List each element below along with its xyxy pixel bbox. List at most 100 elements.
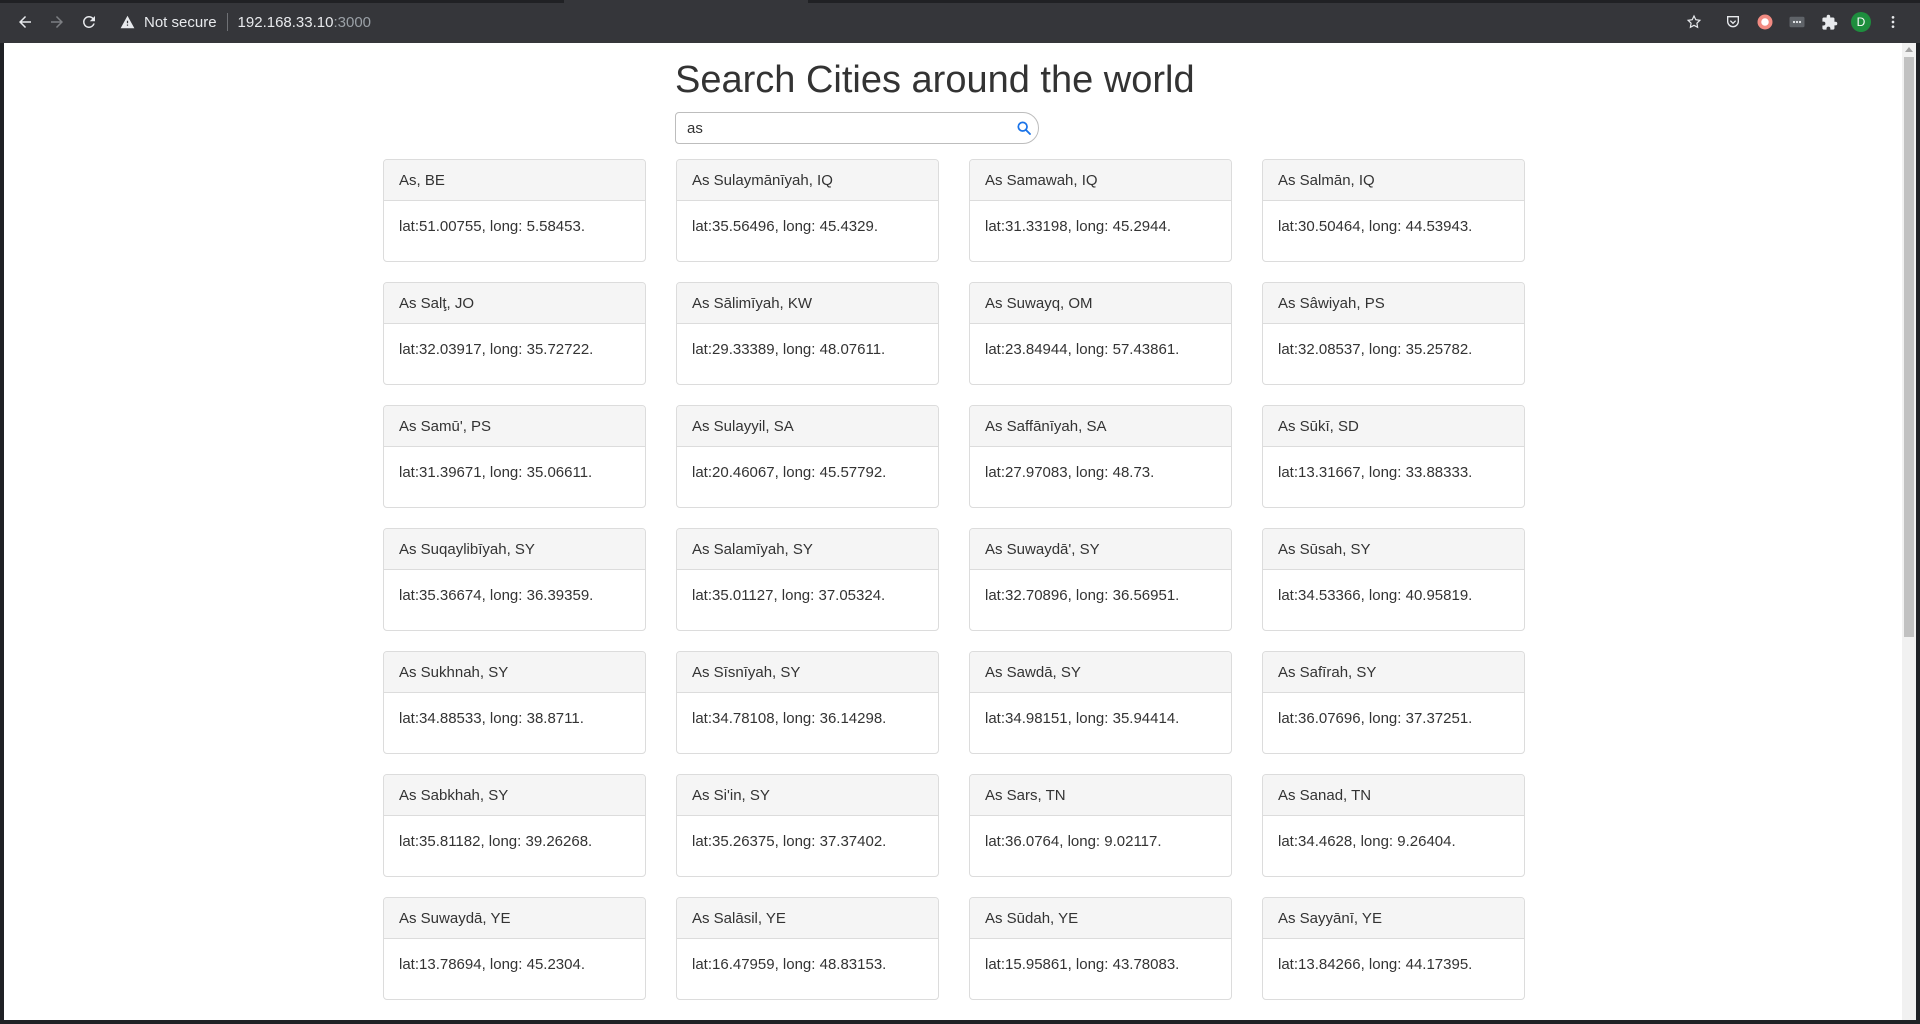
city-coordinates: lat:13.31667, long: 33.88333. <box>1278 464 1473 481</box>
forward-button[interactable] <box>45 10 69 34</box>
city-card: As Safīrah, SY lat:36.07696, long: 37.372… <box>1262 651 1525 754</box>
city-name: As Sūsah, SY <box>1263 529 1524 570</box>
scroll-up-arrow-icon[interactable] <box>1905 47 1913 52</box>
city-coordinates: lat:16.47959, long: 48.83153. <box>692 956 887 973</box>
city-coordinates: lat:34.53366, long: 40.95819. <box>1278 587 1473 604</box>
page-scrollbar[interactable] <box>1902 43 1916 1020</box>
tab-edge <box>564 0 808 3</box>
city-name: As Suwaydā', SY <box>970 529 1231 570</box>
city-name: As Sīsnīyah, SY <box>677 652 938 693</box>
city-card: As Suwaydā', SY lat:32.70896, long: 36.56… <box>969 528 1232 631</box>
city-name: As Safīrah, SY <box>1263 652 1524 693</box>
reload-button[interactable] <box>77 10 101 34</box>
url-port[interactable]: :3000 <box>333 14 371 31</box>
city-card: As Sayyānī, YE lat:13.84266, long: 44.173… <box>1262 897 1525 1000</box>
address-bar[interactable]: Not secure 192.168.33.10:3000 <box>118 9 371 35</box>
city-coordinates: lat:30.50464, long: 44.53943. <box>1278 218 1473 235</box>
browser-toolbar: Not secure 192.168.33.10:3000 D <box>0 0 1920 43</box>
city-name: As Sālimīyah, KW <box>677 283 938 324</box>
city-name: As Sanad, TN <box>1263 775 1524 816</box>
warning-icon[interactable] <box>118 13 136 31</box>
city-coordinates: lat:35.81182, long: 39.26268. <box>399 833 593 850</box>
city-coordinates: lat:13.84266, long: 44.17395. <box>1278 956 1473 973</box>
city-coordinates: lat:29.33389, long: 48.07611. <box>692 341 886 358</box>
city-coordinates: lat:35.56496, long: 45.4329. <box>692 218 878 235</box>
city-card: As Samawah, IQ lat:31.33198, long: 45.294… <box>969 159 1232 262</box>
city-name: As Salţ, JO <box>384 283 645 324</box>
security-label[interactable]: Not secure <box>144 14 217 31</box>
city-name: As Sâwiyah, PS <box>1263 283 1524 324</box>
url-host[interactable]: 192.168.33.10 <box>238 14 334 31</box>
city-coordinates: lat:13.78694, long: 45.2304. <box>399 956 585 973</box>
city-name: As Samū', PS <box>384 406 645 447</box>
kebab-menu-icon[interactable] <box>1882 11 1904 33</box>
city-name: As Sayyānī, YE <box>1263 898 1524 939</box>
search-icon[interactable] <box>1016 120 1032 136</box>
city-card: As Suwaydā, YE lat:13.78694, long: 45.230… <box>383 897 646 1000</box>
page-viewport: Search Cities around the world As, BE lat… <box>4 43 1902 1020</box>
city-coordinates: lat:23.84944, long: 57.43861. <box>985 341 1180 358</box>
city-card: As Sulaymānīyah, IQ lat:35.56496, long: 4… <box>676 159 939 262</box>
city-card: As Sukhnah, SY lat:34.88533, long: 38.871… <box>383 651 646 754</box>
city-name: As Sūkī, SD <box>1263 406 1524 447</box>
pocket-icon[interactable] <box>1722 11 1744 33</box>
search-input[interactable] <box>676 113 1006 143</box>
city-card: As Suqaylibīyah, SY lat:35.36674, long: 3… <box>383 528 646 631</box>
bookmark-star-icon[interactable] <box>1683 11 1705 33</box>
city-coordinates: lat:34.88533, long: 38.8711. <box>399 710 584 727</box>
city-name: As Sabkhah, SY <box>384 775 645 816</box>
city-coordinates: lat:34.4628, long: 9.26404. <box>1278 833 1456 850</box>
city-coordinates: lat:32.08537, long: 35.25782. <box>1278 341 1473 358</box>
city-card: As Sūkī, SD lat:13.31667, long: 33.88333. <box>1262 405 1525 508</box>
city-coordinates: lat:27.97083, long: 48.73. <box>985 464 1155 481</box>
city-name: As Sulayyil, SA <box>677 406 938 447</box>
city-coordinates: lat:34.98151, long: 35.94414. <box>985 710 1180 727</box>
city-name: As Sukhnah, SY <box>384 652 645 693</box>
scrollbar-thumb[interactable] <box>1904 57 1914 637</box>
city-coordinates: lat:35.36674, long: 36.39359. <box>399 587 594 604</box>
city-card: As Sabkhah, SY lat:35.81182, long: 39.262… <box>383 774 646 877</box>
city-card: As Sâwiyah, PS lat:32.08537, long: 35.257… <box>1262 282 1525 385</box>
city-name: As Suwayq, OM <box>970 283 1231 324</box>
city-coordinates: lat:36.0764, long: 9.02117. <box>985 833 1162 850</box>
city-card: As Sanad, TN lat:34.4628, long: 9.26404. <box>1262 774 1525 877</box>
city-card: As Sars, TN lat:36.0764, long: 9.02117. <box>969 774 1232 877</box>
city-name: As Salāsil, YE <box>677 898 938 939</box>
city-name: As Sulaymānīyah, IQ <box>677 160 938 201</box>
city-coordinates: lat:51.00755, long: 5.58453. <box>399 218 585 235</box>
arrow-left-icon <box>19 16 31 28</box>
puzzle-icon[interactable] <box>1818 11 1840 33</box>
city-name: As Suqaylibīyah, SY <box>384 529 645 570</box>
city-card: As Si'in, SY lat:35.26375, long: 37.37402… <box>676 774 939 877</box>
city-name: As Sars, TN <box>970 775 1231 816</box>
city-card: As Samū', PS lat:31.39671, long: 35.06611… <box>383 405 646 508</box>
city-name: As Suwaydā, YE <box>384 898 645 939</box>
city-coordinates: lat:35.26375, long: 37.37402. <box>692 833 887 850</box>
city-coordinates: lat:36.07696, long: 37.37251. <box>1278 710 1473 727</box>
city-card: As, BE lat:51.00755, long: 5.58453. <box>383 159 646 262</box>
city-name: As, BE <box>384 160 645 201</box>
city-card: As Sūdah, YE lat:15.95861, long: 43.78083… <box>969 897 1232 1000</box>
page-title: Search Cities around the world <box>675 59 1195 101</box>
extension-menu-icon[interactable] <box>1786 11 1808 33</box>
back-button[interactable] <box>13 10 37 34</box>
extension-record-icon[interactable] <box>1754 11 1776 33</box>
city-coordinates: lat:15.95861, long: 43.78083. <box>985 956 1180 973</box>
profile-button[interactable]: D <box>1850 11 1872 33</box>
city-card: As Salţ, JO lat:32.03917, long: 35.72722. <box>383 282 646 385</box>
city-card: As Salmān, IQ lat:30.50464, long: 44.5394… <box>1262 159 1525 262</box>
city-name: As Sūdah, YE <box>970 898 1231 939</box>
city-card: As Sawdā, SY lat:34.98151, long: 35.94414… <box>969 651 1232 754</box>
city-card: As Sūsah, SY lat:34.53366, long: 40.95819… <box>1262 528 1525 631</box>
city-name: As Si'in, SY <box>677 775 938 816</box>
search-box[interactable] <box>675 112 1039 144</box>
city-coordinates: lat:31.39671, long: 35.06611. <box>399 464 593 481</box>
city-coordinates: lat:34.78108, long: 36.14298. <box>692 710 887 727</box>
arrow-right-icon <box>51 16 63 28</box>
city-card: As Sālimīyah, KW lat:29.33389, long: 48.0… <box>676 282 939 385</box>
tab-strip <box>0 0 1920 3</box>
reload-icon <box>82 15 95 28</box>
city-coordinates: lat:20.46067, long: 45.57792. <box>692 464 887 481</box>
city-card: As Sīsnīyah, SY lat:34.78108, long: 36.14… <box>676 651 939 754</box>
city-card: As Salāsil, YE lat:16.47959, long: 48.831… <box>676 897 939 1000</box>
